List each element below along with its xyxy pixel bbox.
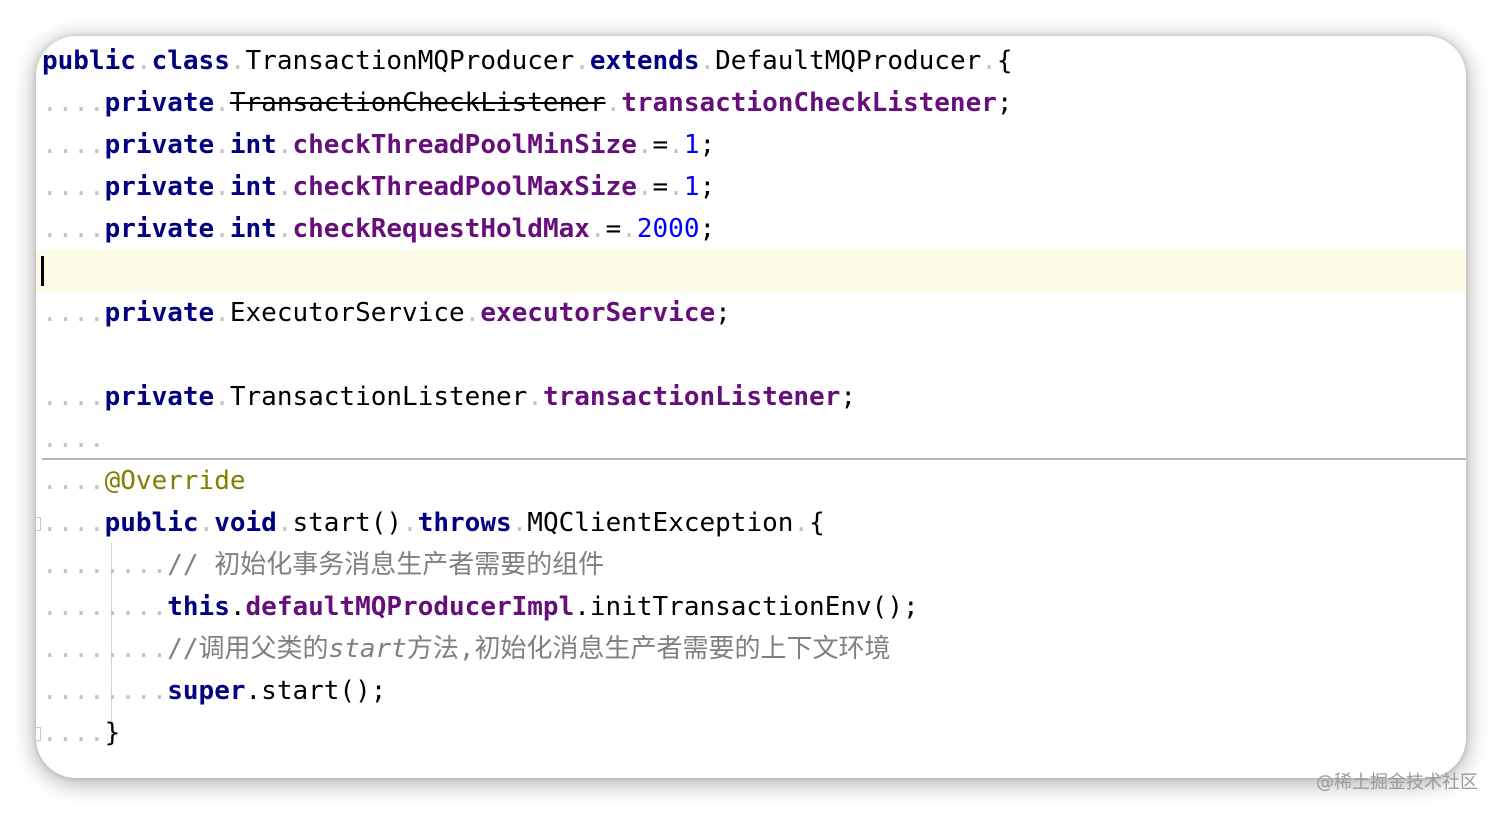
code-line-field: ....private.TransactionCheckListener.tra… [42,88,1013,118]
code-line-blank: .... [42,424,105,454]
deprecated-type: TransactionCheckListener [229,88,606,118]
keyword: private [104,88,215,118]
field-name: checkThreadPoolMaxSize [292,172,637,202]
code-line-class-declaration: public.class.TransactionMQProducer.exten… [42,46,1013,76]
keyword: void [214,508,277,538]
code-screenshot-card: public.class.TransactionMQProducer.exten… [36,36,1466,778]
type-name: ExecutorService [229,298,465,328]
keyword: this [167,592,230,622]
close-brace: } [104,718,121,748]
field-name: transactionCheckListener [621,88,997,118]
code-line-statement: ........this.defaultMQProducerImpl.initT… [42,592,919,622]
class-name: TransactionMQProducer [245,46,575,76]
code-line-method-signature: ....public.void.start().throws.MQClientE… [42,508,825,538]
code-line-statement: ........super.start(); [42,676,387,706]
field-name: checkThreadPoolMinSize [292,130,637,160]
keyword: private [104,214,215,244]
method-signature: start() [292,508,403,538]
comment: //调用父类的 [167,634,329,664]
type-keyword: int [229,172,277,202]
keyword: public [104,508,199,538]
code-line-annotation: ....@Override [42,466,246,496]
text-caret [41,256,44,286]
keyword: private [104,382,215,412]
fold-marker-icon[interactable] [36,517,41,531]
keyword: public [42,46,136,76]
keyword: private [104,130,215,160]
code-line-close-brace: ....} [42,718,121,748]
comment: 方法,初始化消息生产者需要的上下文环境 [406,634,891,664]
field-name: transactionListener [542,382,841,412]
code-line-field: ....private.ExecutorService.executorServ… [42,298,731,328]
code-line-field: ....private.int.checkThreadPoolMaxSize.=… [42,172,716,202]
current-line-highlight [36,250,1466,292]
keyword: class [151,46,230,76]
field-name: defaultMQProducerImpl [245,592,575,622]
exception-type: MQClientException [527,508,794,538]
code-line-field: ....private.int.checkThreadPoolMinSize.=… [42,130,716,160]
annotation: @Override [104,466,246,496]
code-line-field: ....private.int.checkRequestHoldMax.=.20… [42,214,716,244]
comment-italic: start [328,634,407,664]
method-call: .initTransactionEnv(); [574,592,919,622]
keyword: private [104,298,215,328]
method-separator [42,458,1466,460]
type-name: TransactionListener [229,382,528,412]
watermark: @稀土掘金技术社区 [1316,772,1478,793]
number-literal: 1 [683,172,700,202]
keyword: private [104,172,215,202]
method-call: .start(); [245,676,387,706]
comment: // 初始化事务消息生产者需要的组件 [167,550,605,580]
type-keyword: int [229,130,277,160]
fold-marker-icon[interactable] [36,727,41,741]
superclass-name: DefaultMQProducer [715,46,982,76]
keyword: throws [417,508,512,538]
code-line-field: ....private.TransactionListener.transact… [42,382,857,412]
number-literal: 1 [683,130,700,160]
field-name: executorService [480,298,716,328]
code-line-comment: ........//调用父类的start方法,初始化消息生产者需要的上下文环境 [42,634,891,664]
number-literal: 2000 [636,214,700,244]
code-editor[interactable]: public.class.TransactionMQProducer.exten… [36,36,1466,778]
keyword: extends [589,46,700,76]
open-brace: { [996,46,1013,76]
keyword: super [167,676,246,706]
code-line-comment: ........// 初始化事务消息生产者需要的组件 [42,550,605,580]
field-name: checkRequestHoldMax [292,214,590,244]
type-keyword: int [229,214,277,244]
